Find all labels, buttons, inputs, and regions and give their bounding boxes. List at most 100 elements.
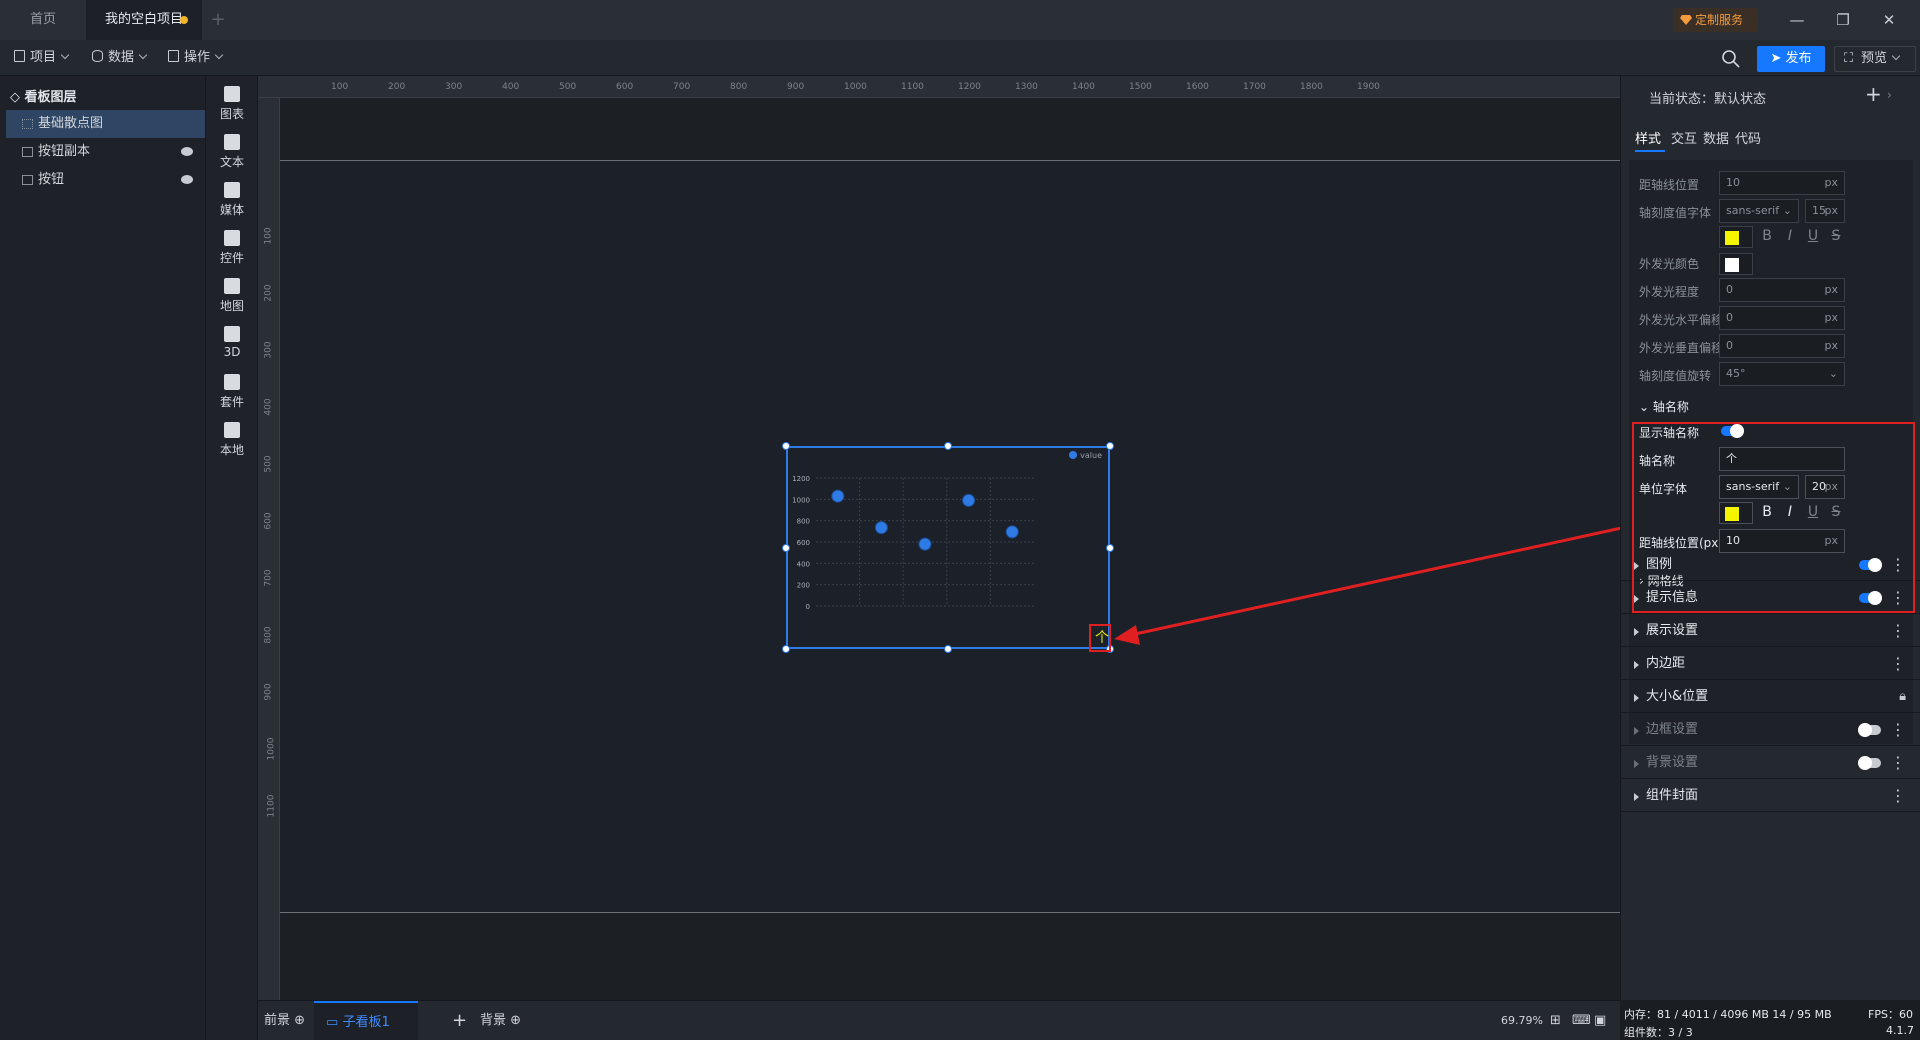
- more-icon[interactable]: ⋮: [1890, 746, 1906, 779]
- resize-handle[interactable]: [944, 645, 952, 653]
- tab-subboard[interactable]: ▭ 子看板1: [314, 1001, 418, 1040]
- tick-font-select[interactable]: sans-serif ⌄: [1719, 199, 1799, 223]
- ruler-left: 100 200 300 400 500 600 700 800 900 1000 1100: [258, 98, 280, 1000]
- strike-button[interactable]: S: [1828, 228, 1844, 244]
- fit-screen-icon[interactable]: ⊞: [1550, 1001, 1561, 1040]
- tab-foreground[interactable]: 前景 ⊕: [264, 1001, 305, 1040]
- visibility-icon[interactable]: [181, 175, 193, 184]
- component-suite[interactable]: 套件: [206, 374, 258, 410]
- add-circle-icon[interactable]: ⊕: [510, 1013, 521, 1028]
- version-label: 4.1.7: [1886, 1024, 1914, 1037]
- menu-data[interactable]: 数据: [92, 40, 148, 76]
- layer-item[interactable]: 基础散点图: [6, 110, 205, 138]
- component-3d[interactable]: 3D: [206, 326, 258, 359]
- terminal-icon[interactable]: ▣: [1594, 1001, 1606, 1040]
- unit-label: px: [1824, 339, 1839, 352]
- chevron-down-icon: ⌄: [1828, 367, 1838, 380]
- axis-name-group-header[interactable]: ⌄ 轴名称: [1639, 398, 1689, 415]
- menu-project[interactable]: 项目: [14, 40, 70, 76]
- component-control[interactable]: 控件: [206, 230, 258, 266]
- layer-item[interactable]: 按钮副本: [6, 138, 205, 166]
- tab-interaction[interactable]: 交互: [1671, 128, 1697, 147]
- tab-data[interactable]: 数据: [1703, 128, 1729, 147]
- border-toggle[interactable]: [1858, 723, 1881, 737]
- layer-item[interactable]: 按钮: [6, 166, 205, 194]
- keyboard-icon[interactable]: ⌨: [1572, 1001, 1591, 1040]
- section-background[interactable]: 背景设置 ⋮: [1621, 746, 1920, 779]
- visibility-icon[interactable]: [181, 147, 193, 156]
- custom-service-button[interactable]: 定制服务: [1673, 8, 1758, 32]
- more-icon[interactable]: ⋮: [1890, 713, 1906, 746]
- component-local[interactable]: 本地: [206, 422, 258, 458]
- underline-button[interactable]: U: [1805, 228, 1821, 244]
- more-icon[interactable]: ⋮: [1890, 779, 1906, 812]
- add-circle-icon[interactable]: ⊕: [294, 1013, 305, 1028]
- section-border[interactable]: 边框设置 ⋮: [1621, 713, 1920, 746]
- layer-label: 按钮: [38, 172, 65, 187]
- axis-line-pos-input[interactable]: 10 px: [1719, 171, 1845, 195]
- scatter-point[interactable]: [831, 489, 845, 503]
- section-padding[interactable]: 内边距 ⋮: [1621, 647, 1920, 680]
- section-size-position[interactable]: 大小&位置 🔒︎: [1621, 680, 1920, 713]
- preview-button[interactable]: ⛶ 预览: [1834, 46, 1916, 72]
- search-icon[interactable]: [1720, 48, 1742, 70]
- y-tick-label: 600: [797, 539, 810, 547]
- ruler-tick: 900: [263, 683, 274, 701]
- tab-style[interactable]: 样式: [1635, 128, 1661, 147]
- section-display[interactable]: 展示设置 ⋮: [1621, 614, 1920, 647]
- ruler-tick: 1100: [266, 794, 277, 818]
- tick-color-swatch[interactable]: [1719, 226, 1753, 248]
- scatter-chart-component[interactable]: value 1200 1000 800 600 400 200 0: [786, 446, 1110, 649]
- more-icon[interactable]: ⋮: [1890, 614, 1906, 647]
- tick-font-size-input[interactable]: 15 px: [1805, 199, 1845, 223]
- input-value: 0: [1726, 339, 1733, 352]
- scatter-point[interactable]: [1005, 525, 1019, 539]
- resize-handle[interactable]: [944, 442, 952, 450]
- minimize-icon[interactable]: —: [1774, 0, 1820, 40]
- background-toggle[interactable]: [1858, 756, 1881, 770]
- component-text[interactable]: 文本: [206, 134, 258, 170]
- tab-home[interactable]: 首页: [0, 0, 86, 40]
- glow-v-input[interactable]: 0 px: [1719, 334, 1845, 358]
- glow-h-input[interactable]: 0 px: [1719, 306, 1845, 330]
- resize-handle[interactable]: [782, 544, 790, 552]
- cube-icon: [224, 326, 240, 342]
- italic-button[interactable]: I: [1782, 228, 1798, 244]
- zoom-level[interactable]: 69.79%: [1501, 1001, 1543, 1040]
- subboard-label: 子看板1: [342, 1015, 390, 1030]
- chevron-down-icon: [138, 50, 148, 60]
- scatter-point[interactable]: [962, 493, 976, 507]
- tab-background[interactable]: 背景 ⊕: [480, 1001, 521, 1040]
- glow-color-swatch[interactable]: [1719, 253, 1753, 275]
- component-chart[interactable]: 图表: [206, 86, 258, 122]
- close-icon[interactable]: ✕: [1866, 0, 1912, 40]
- ruler-tick: 1700: [1243, 82, 1266, 92]
- add-state-icon[interactable]: +: [1865, 82, 1882, 106]
- scatter-point[interactable]: [918, 537, 932, 551]
- resize-handle[interactable]: [1106, 442, 1114, 450]
- chevron-right-icon[interactable]: ›: [1887, 88, 1892, 102]
- component-count: 组件数：3 / 3: [1624, 1026, 1693, 1039]
- component-map[interactable]: 地图: [206, 278, 258, 314]
- add-tab-icon[interactable]: +: [206, 0, 230, 40]
- tab-code[interactable]: 代码: [1735, 128, 1761, 147]
- y-tick-label: 1200: [792, 475, 810, 483]
- add-board-icon[interactable]: +: [452, 1001, 467, 1040]
- component-media[interactable]: 媒体: [206, 182, 258, 218]
- layers-panel: ◇ 看板图层 基础散点图 按钮副本 按钮: [0, 76, 206, 1040]
- scatter-point[interactable]: [874, 521, 888, 535]
- resize-handle[interactable]: [782, 645, 790, 653]
- publish-button[interactable]: ➤ 发布: [1757, 46, 1825, 72]
- menu-operate[interactable]: 操作: [168, 40, 224, 76]
- section-cover[interactable]: 组件封面 ⋮: [1621, 779, 1920, 812]
- more-icon[interactable]: ⋮: [1890, 647, 1906, 680]
- resize-handle[interactable]: [782, 442, 790, 450]
- glow-degree-input[interactable]: 0 px: [1719, 278, 1845, 302]
- ruler-tick: 1400: [1072, 82, 1095, 92]
- y-tick-label: 1000: [792, 496, 810, 504]
- lock-icon[interactable]: 🔒︎: [1899, 680, 1906, 713]
- tick-rotate-select[interactable]: 45° ⌄: [1719, 362, 1845, 386]
- restore-icon[interactable]: ❐: [1820, 0, 1866, 40]
- bold-button[interactable]: B: [1759, 228, 1775, 244]
- caret-right-icon: [1634, 661, 1639, 669]
